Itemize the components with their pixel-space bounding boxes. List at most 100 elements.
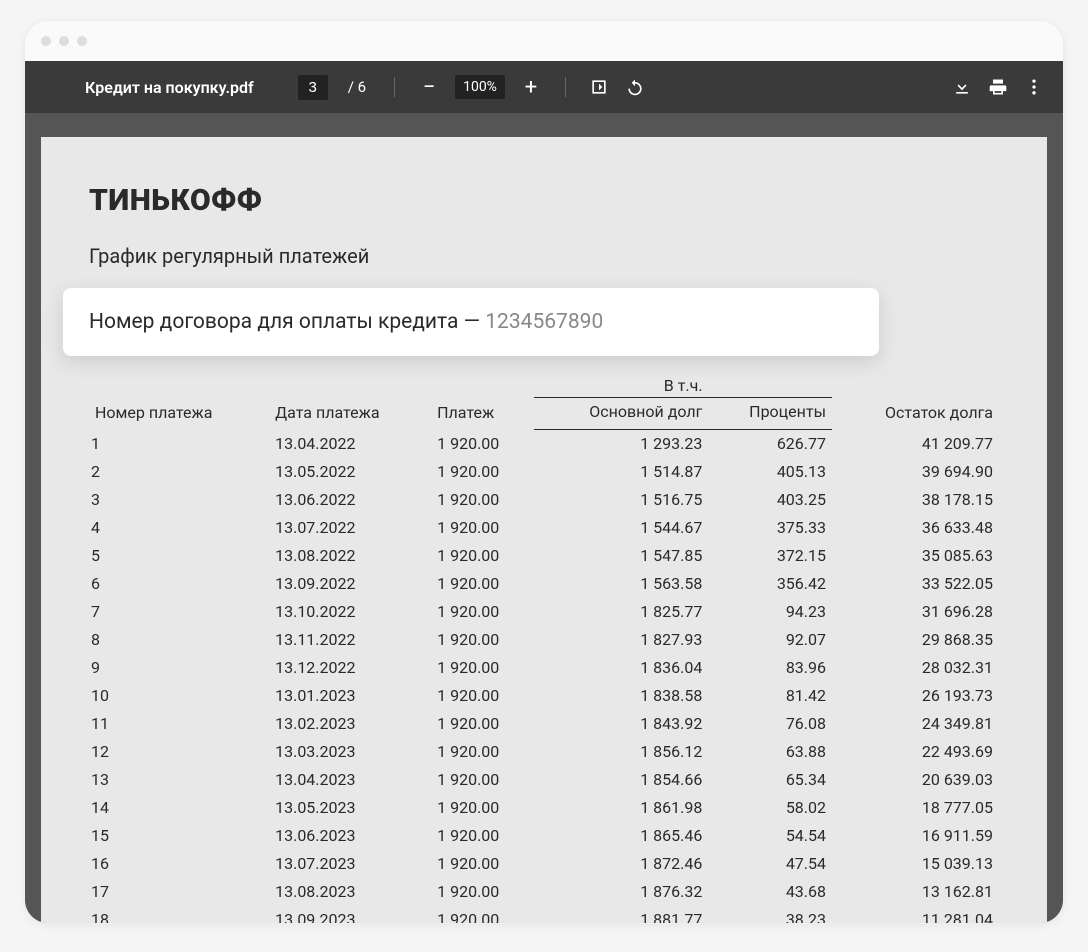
cell-principal: 1 856.12	[534, 738, 708, 766]
cell-number: 7	[89, 598, 269, 626]
zoom-out-button[interactable]: −	[417, 75, 441, 100]
cell-balance: 39 694.90	[832, 458, 999, 486]
cell-number: 11	[89, 710, 269, 738]
cell-payment: 1 920.00	[431, 542, 534, 570]
cell-date: 13.08.2023	[269, 878, 431, 906]
page-number-input[interactable]	[298, 75, 328, 100]
cell-number: 16	[89, 850, 269, 878]
cell-payment: 1 920.00	[431, 794, 534, 822]
table-row: 1313.04.20231 920.001 854.6665.3420 639.…	[89, 766, 999, 794]
cell-number: 9	[89, 654, 269, 682]
cell-date: 13.03.2023	[269, 738, 431, 766]
table-row: 813.11.20221 920.001 827.9392.0729 868.3…	[89, 626, 999, 654]
cell-date: 13.07.2022	[269, 514, 431, 542]
document-filename: Кредит на покупку.pdf	[85, 78, 254, 97]
cell-payment: 1 920.00	[431, 738, 534, 766]
cell-balance: 22 493.69	[832, 738, 999, 766]
cell-number: 15	[89, 822, 269, 850]
col-number: Номер платежа	[89, 372, 269, 430]
cell-balance: 36 633.48	[832, 514, 999, 542]
rotate-icon[interactable]	[624, 76, 646, 98]
cell-principal: 1 827.93	[534, 626, 708, 654]
cell-interest: 43.68	[708, 878, 832, 906]
cell-interest: 54.54	[708, 822, 832, 850]
cell-interest: 372.15	[708, 542, 832, 570]
cell-interest: 76.08	[708, 710, 832, 738]
cell-date: 13.05.2022	[269, 458, 431, 486]
payment-schedule-table: Номер платежа Дата платежа Платеж В т.ч.…	[89, 372, 999, 923]
cell-interest: 65.34	[708, 766, 832, 794]
table-row: 213.05.20221 920.001 514.87405.1339 694.…	[89, 458, 999, 486]
cell-interest: 626.77	[708, 430, 832, 459]
pdf-toolbar: Кредит на покупку.pdf / 6 − 100% +	[25, 61, 1063, 113]
cell-date: 13.01.2023	[269, 682, 431, 710]
cell-balance: 29 868.35	[832, 626, 999, 654]
cell-balance: 11 281.04	[832, 906, 999, 923]
table-row: 1613.07.20231 920.001 872.4647.5415 039.…	[89, 850, 999, 878]
fit-page-icon[interactable]	[588, 76, 610, 98]
more-icon[interactable]	[1023, 76, 1045, 98]
cell-payment: 1 920.00	[431, 598, 534, 626]
cell-date: 13.09.2022	[269, 570, 431, 598]
col-principal: Основной долг	[534, 398, 708, 430]
pdf-viewport[interactable]: ТИНЬКОФФ График регулярный платежей Номе…	[25, 113, 1063, 923]
menu-icon[interactable]	[43, 76, 65, 98]
cell-payment: 1 920.00	[431, 822, 534, 850]
cell-principal: 1 854.66	[534, 766, 708, 794]
print-icon[interactable]	[987, 76, 1009, 98]
col-interest: Проценты	[708, 398, 832, 430]
cell-balance: 20 639.03	[832, 766, 999, 794]
cell-payment: 1 920.00	[431, 878, 534, 906]
cell-number: 2	[89, 458, 269, 486]
cell-date: 13.09.2023	[269, 906, 431, 923]
zoom-in-button[interactable]: +	[519, 75, 543, 100]
cell-interest: 63.88	[708, 738, 832, 766]
cell-payment: 1 920.00	[431, 514, 534, 542]
cell-number: 18	[89, 906, 269, 923]
cell-number: 13	[89, 766, 269, 794]
cell-principal: 1 876.32	[534, 878, 708, 906]
contract-number: 1234567890	[485, 310, 603, 334]
table-row: 413.07.20221 920.001 544.67375.3336 633.…	[89, 514, 999, 542]
table-row: 1013.01.20231 920.001 838.5881.4226 193.…	[89, 682, 999, 710]
cell-principal: 1 514.87	[534, 458, 708, 486]
col-payment: Платеж	[431, 372, 534, 430]
cell-principal: 1 547.85	[534, 542, 708, 570]
cell-balance: 33 522.05	[832, 570, 999, 598]
cell-principal: 1 838.58	[534, 682, 708, 710]
cell-number: 14	[89, 794, 269, 822]
cell-principal: 1 825.77	[534, 598, 708, 626]
cell-payment: 1 920.00	[431, 626, 534, 654]
col-date: Дата платежа	[269, 372, 431, 430]
window-dot-maximize[interactable]	[77, 36, 87, 46]
col-group: В т.ч.	[534, 372, 832, 398]
table-row: 1713.08.20231 920.001 876.3243.6813 162.…	[89, 878, 999, 906]
cell-principal: 1 836.04	[534, 654, 708, 682]
cell-number: 10	[89, 682, 269, 710]
contract-number-callout: Номер договора для оплаты кредита — 1234…	[63, 288, 879, 356]
download-icon[interactable]	[951, 76, 973, 98]
cell-interest: 47.54	[708, 850, 832, 878]
table-row: 613.09.20221 920.001 563.58356.4233 522.…	[89, 570, 999, 598]
cell-date: 13.02.2023	[269, 710, 431, 738]
table-row: 1813.09.20231 920.001 881.7738.2311 281.…	[89, 906, 999, 923]
cell-date: 13.06.2022	[269, 486, 431, 514]
window-dot-close[interactable]	[41, 36, 51, 46]
table-row: 313.06.20221 920.001 516.75403.2538 178.…	[89, 486, 999, 514]
cell-payment: 1 920.00	[431, 458, 534, 486]
cell-date: 13.08.2022	[269, 542, 431, 570]
cell-balance: 16 911.59	[832, 822, 999, 850]
page-total: / 6	[348, 78, 366, 96]
cell-interest: 81.42	[708, 682, 832, 710]
cell-principal: 1 563.58	[534, 570, 708, 598]
table-row: 1213.03.20231 920.001 856.1263.8822 493.…	[89, 738, 999, 766]
table-row: 1113.02.20231 920.001 843.9276.0824 349.…	[89, 710, 999, 738]
cell-date: 13.06.2023	[269, 822, 431, 850]
window-dot-minimize[interactable]	[59, 36, 69, 46]
table-row: 513.08.20221 920.001 547.85372.1535 085.…	[89, 542, 999, 570]
zoom-level[interactable]: 100%	[455, 75, 505, 99]
document-subtitle: График регулярный платежей	[89, 244, 999, 268]
cell-balance: 13 162.81	[832, 878, 999, 906]
cell-payment: 1 920.00	[431, 766, 534, 794]
cell-principal: 1 516.75	[534, 486, 708, 514]
